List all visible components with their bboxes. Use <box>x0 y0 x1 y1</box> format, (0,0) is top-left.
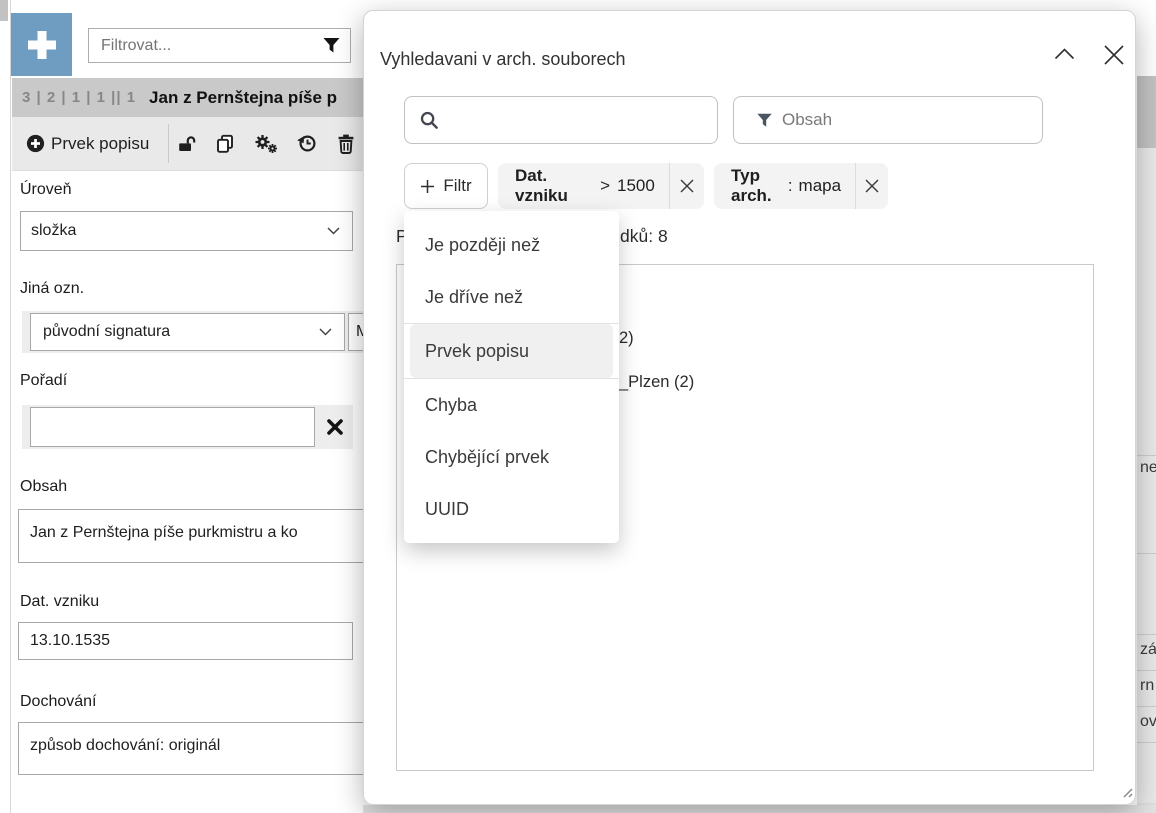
copy-button[interactable] <box>214 117 237 170</box>
add-description-element-label: Prvek popisu <box>51 134 149 154</box>
delete-button[interactable] <box>336 117 356 170</box>
poradi-clear-button[interactable] <box>326 418 344 441</box>
history-button[interactable] <box>296 117 318 170</box>
chip-field-name: Typ arch. <box>731 166 788 206</box>
chip-value: 1500 <box>617 176 655 196</box>
jina-ozn-value-fragment: M <box>348 313 363 351</box>
add-filter-label: Filtr <box>443 176 471 196</box>
close-dialog-button[interactable] <box>1099 40 1129 70</box>
filter-chip-dat-vzniku[interactable]: Dat. vzniku > 1500 <box>498 163 704 209</box>
chip-operator: > <box>600 176 610 196</box>
record-toolbar: Prvek popisu <box>12 117 363 171</box>
clipped-text-fragment: ov <box>1140 713 1156 731</box>
poradi-input[interactable] <box>30 407 315 447</box>
left-scrollbar-track <box>0 0 11 813</box>
add-filter-button[interactable]: Filtr <box>404 163 488 209</box>
field-label-poradi: Pořadí <box>20 372 67 390</box>
filter-type-dropdown: Je později než Je dříve než Prvek popisu… <box>404 211 619 543</box>
content-filter-input[interactable] <box>780 109 1042 131</box>
close-icon <box>679 178 695 194</box>
filter-funnel-icon <box>756 112 773 129</box>
plus-circle-icon <box>26 134 45 153</box>
divider <box>1137 553 1156 554</box>
search-icon <box>419 110 440 131</box>
divider <box>1137 706 1156 707</box>
divider <box>1137 670 1156 671</box>
dialog-title: Vyhledavani v arch. souborech <box>380 49 625 70</box>
unlock-icon <box>177 135 198 153</box>
dropdown-item-chyba[interactable]: Chyba <box>404 379 619 431</box>
chip-operator: : <box>788 176 793 196</box>
add-node-button[interactable] <box>11 13 72 76</box>
close-icon <box>1102 43 1126 67</box>
clear-x-icon <box>326 418 344 436</box>
add-description-element-button[interactable]: Prvek popisu <box>18 117 157 170</box>
uroven-select[interactable]: složka <box>20 211 353 251</box>
chip-value: mapa <box>799 176 842 196</box>
divider <box>1137 634 1156 635</box>
history-icon <box>296 133 318 154</box>
plus-icon <box>420 179 435 194</box>
close-icon <box>864 178 880 194</box>
clipped-text-fragment: zá <box>1140 641 1156 659</box>
divider <box>1137 455 1156 456</box>
obsah-textarea[interactable]: Jan z Pernštejna píše purkmistru a ko <box>18 509 364 563</box>
left-scrollbar-thumb[interactable] <box>0 0 8 21</box>
chevron-down-icon <box>319 328 332 336</box>
application-window: 3 | 2 | 1 | 1 || 1 Jan z Pernštejna píše… <box>0 0 1156 813</box>
dropdown-item-chybejici-prvek[interactable]: Chybějící prvek <box>404 431 619 483</box>
chevron-up-icon <box>1054 48 1075 60</box>
copy-icon <box>214 133 237 155</box>
dropdown-item-je-pozdeji-nez[interactable]: Je později než <box>404 219 619 271</box>
tree-filter-field[interactable] <box>88 28 351 63</box>
chip-field-name: Dat. vzniku <box>515 166 593 206</box>
settings-button[interactable] <box>254 117 279 170</box>
breadcrumb: 3 | 2 | 1 | 1 || 1 Jan z Pernštejna píše… <box>12 78 363 117</box>
field-label-uroven: Úroveň <box>20 181 72 199</box>
dat-vzniku-input[interactable] <box>18 622 353 660</box>
right-panel-header-strip <box>1137 76 1156 148</box>
resize-handle[interactable] <box>1117 782 1134 799</box>
gears-icon <box>254 133 279 155</box>
jina-ozn-select-value: původní signatura <box>31 323 319 341</box>
divider <box>1137 742 1156 743</box>
dropdown-item-uuid[interactable]: UUID <box>404 483 619 535</box>
archive-search-input[interactable] <box>449 109 717 131</box>
record-title: Jan z Pernštejna píše p <box>149 88 337 108</box>
breadcrumb-numbers: 3 | 2 | 1 | 1 || 1 <box>12 89 136 106</box>
result-item-fragment[interactable]: _Plzen (2) <box>619 373 694 392</box>
resize-gripper-icon <box>1117 782 1134 799</box>
toolbar-divider <box>168 124 169 163</box>
field-label-dochovani: Dochování <box>20 693 97 711</box>
remove-filter-button[interactable] <box>669 163 704 209</box>
archive-search-field[interactable] <box>404 96 718 144</box>
dochovani-textarea[interactable]: způsob dochování: originál <box>18 722 364 775</box>
field-label-jina-ozn: Jiná ozn. <box>20 280 84 298</box>
remove-filter-button[interactable] <box>855 163 888 209</box>
jina-ozn-select[interactable]: původní signatura <box>30 313 345 351</box>
tree-filter-input[interactable] <box>89 37 322 55</box>
filter-chip-typ-arch[interactable]: Typ arch. : mapa <box>714 163 888 209</box>
collapse-dialog-button[interactable] <box>1050 44 1079 64</box>
dropdown-item-je-drive-nez[interactable]: Je dříve než <box>404 271 619 323</box>
field-label-obsah: Obsah <box>20 478 67 496</box>
search-archive-dialog: Vyhledavani v arch. souborech <box>363 10 1136 805</box>
results-count-fragment-right: dků: 8 <box>620 226 668 247</box>
dropdown-item-prvek-popisu[interactable]: Prvek popisu <box>410 324 613 378</box>
page-bottom-strip <box>363 805 1156 813</box>
clipped-text-fragment: ne <box>1140 459 1156 477</box>
filter-funnel-icon <box>322 36 341 55</box>
uroven-select-value: složka <box>21 222 327 240</box>
plus-icon <box>25 28 59 62</box>
clipped-text-fragment: rn <box>1140 677 1154 695</box>
content-filter-field[interactable] <box>733 96 1043 144</box>
right-panel-sliver: ne zá rn ov <box>1137 0 1156 813</box>
chevron-down-icon <box>327 227 340 235</box>
unlock-button[interactable] <box>177 117 198 170</box>
trash-icon <box>336 133 356 155</box>
field-label-dat-vzniku: Dat. vzniku <box>20 593 99 611</box>
result-item-fragment[interactable]: 2) <box>619 329 634 348</box>
